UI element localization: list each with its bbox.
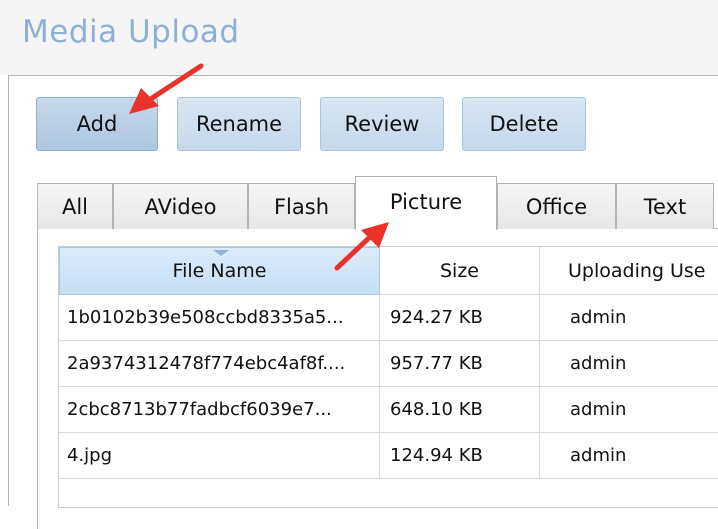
column-header-size[interactable]: Size bbox=[380, 247, 540, 295]
size-cell: 124.94 KB bbox=[380, 433, 540, 479]
review-button[interactable]: Review bbox=[320, 97, 444, 151]
user-cell: admin bbox=[540, 387, 718, 433]
table-row[interactable]: 2cbc8713b77fadbcf6039e7... 648.10 KB adm… bbox=[59, 387, 718, 433]
size-cell: 648.10 KB bbox=[380, 387, 540, 433]
size-cell: 957.77 KB bbox=[380, 341, 540, 387]
table-row[interactable]: 1b0102b39e508ccbd8335a5... 924.27 KB adm… bbox=[59, 295, 718, 341]
delete-button[interactable]: Delete bbox=[462, 97, 586, 151]
user-cell: admin bbox=[540, 295, 718, 341]
user-cell: admin bbox=[540, 341, 718, 387]
annotation-arrow-icon bbox=[129, 63, 204, 114]
page-title: Media Upload bbox=[22, 14, 240, 50]
annotation-arrow-icon bbox=[334, 222, 389, 271]
file-name-cell: 1b0102b39e508ccbd8335a5... bbox=[59, 295, 380, 341]
column-header-file-name[interactable]: File Name bbox=[59, 247, 380, 295]
file-table: File Name Size Uploading Use 1b0102b39e5… bbox=[58, 246, 718, 508]
tab-avideo[interactable]: AVideo bbox=[113, 183, 248, 229]
column-header-uploading-user[interactable]: Uploading Use bbox=[540, 247, 718, 295]
user-cell: admin bbox=[540, 433, 718, 479]
tab-text[interactable]: Text bbox=[616, 183, 714, 229]
file-name-cell: 2a9374312478f774ebc4af8f.... bbox=[59, 341, 380, 387]
file-name-cell: 4.jpg bbox=[59, 433, 380, 479]
table-row[interactable]: 2a9374312478f774ebc4af8f.... 957.77 KB a… bbox=[59, 341, 718, 387]
tab-office[interactable]: Office bbox=[497, 183, 616, 229]
tab-all[interactable]: All bbox=[37, 183, 113, 229]
sort-indicator-icon bbox=[213, 250, 229, 256]
file-name-cell: 2cbc8713b77fadbcf6039e7... bbox=[59, 387, 380, 433]
table-row[interactable]: 4.jpg 124.94 KB admin bbox=[59, 433, 718, 479]
size-cell: 924.27 KB bbox=[380, 295, 540, 341]
